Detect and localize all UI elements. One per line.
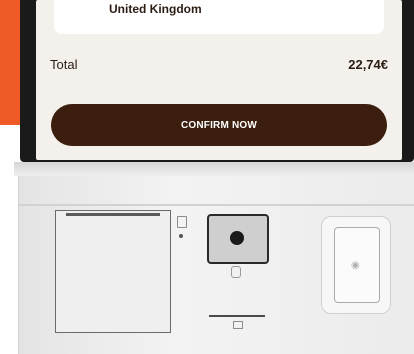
total-row: Total 22,74€ — [50, 54, 388, 74]
status-led — [179, 234, 183, 238]
payment-terminal[interactable]: ◉ — [321, 216, 391, 314]
barcode-scanner[interactable] — [207, 214, 269, 264]
kiosk-body: ◉ — [18, 176, 414, 354]
contactless-icon: ◉ — [351, 260, 360, 271]
receipt-icon — [177, 216, 187, 228]
scanner-lens — [230, 231, 244, 245]
card-icon — [233, 321, 243, 329]
total-label: Total — [50, 56, 78, 72]
card-slot[interactable] — [209, 315, 265, 317]
address-country: United Kingdom — [109, 2, 202, 16]
confirm-now-button[interactable]: CONFIRM NOW — [51, 104, 387, 146]
nfc-reader[interactable]: ◉ — [334, 227, 380, 303]
receipt-printer — [55, 210, 171, 333]
kiosk-screen: United Kingdom Total 22,74€ CONFIRM NOW — [36, 0, 402, 160]
address-card: United Kingdom — [54, 0, 384, 34]
kiosk-ledge — [14, 162, 414, 176]
body-groove — [19, 204, 414, 206]
total-value: 22,74€ — [348, 56, 388, 72]
receipt-slot — [66, 213, 160, 216]
barcode-scanner-icon — [231, 266, 241, 278]
